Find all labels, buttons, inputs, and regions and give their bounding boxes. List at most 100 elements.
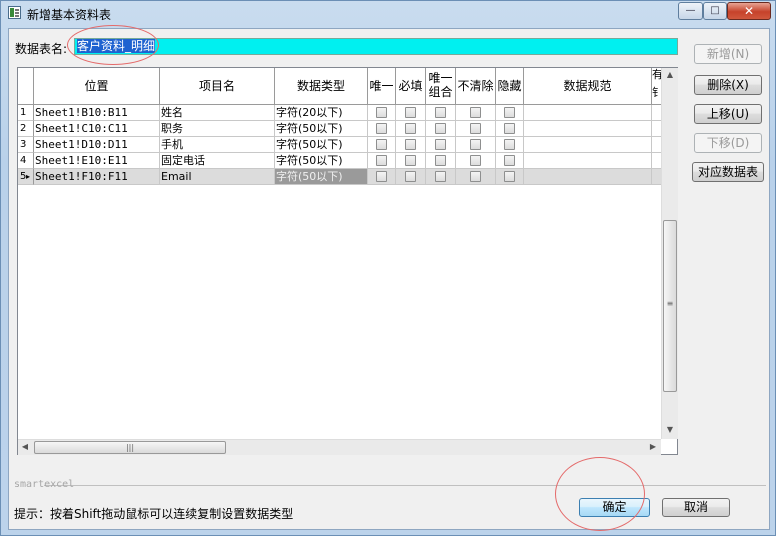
vscroll-grip: ≡ — [666, 299, 674, 308]
cell-type[interactable]: 字符(50以下) — [275, 121, 368, 137]
window-title: 新增基本资料表 — [27, 8, 112, 22]
hidden-checkbox[interactable] — [504, 107, 515, 118]
combo-checkbox[interactable] — [435, 155, 446, 166]
vertical-scroll-thumb[interactable]: ≡ — [663, 220, 677, 392]
cell-type[interactable]: 字符(20以下) — [275, 105, 368, 121]
noclear-checkbox[interactable] — [470, 107, 481, 118]
cell-position[interactable]: Sheet1!F10:F11 — [34, 169, 160, 185]
col-header-hidden[interactable]: 隐藏 — [496, 68, 524, 105]
hidden-checkbox[interactable] — [504, 123, 515, 134]
row-number[interactable]: 4 — [18, 153, 34, 169]
unique-checkbox[interactable] — [376, 123, 387, 134]
col-header-noclear[interactable]: 不清除 — [456, 68, 496, 105]
scroll-left-arrow[interactable]: ◀ — [18, 440, 32, 454]
cell-type[interactable]: 字符(50以下) — [275, 137, 368, 153]
vertical-scrollbar[interactable]: ▲ ≡ ▼ — [661, 68, 678, 439]
col-header-unique-combo[interactable]: 唯一组合 — [426, 68, 456, 105]
row-number[interactable]: 1 — [18, 105, 34, 121]
cell-position[interactable]: Sheet1!B10:B11 — [34, 105, 160, 121]
hint-text: 提示：按着Shift拖动鼠标可以连续复制设置数据类型 — [14, 507, 294, 521]
cell-position[interactable]: Sheet1!D10:D11 — [34, 137, 160, 153]
cell-item[interactable]: 职务 — [160, 121, 275, 137]
cell-spec[interactable] — [524, 137, 652, 153]
cell-unique — [368, 153, 396, 169]
move-up-button[interactable]: 上移(U) — [694, 104, 762, 124]
cell-required — [396, 153, 426, 169]
cell-type[interactable]: 字符(50以下) — [275, 153, 368, 169]
dialog-body: 数据表名: 客户资料_明细 位置 项目名 数据类型 唯一 必填 唯一组合 不清除… — [8, 25, 770, 531]
noclear-checkbox[interactable] — [470, 155, 481, 166]
scroll-down-arrow[interactable]: ▼ — [663, 423, 677, 437]
col-header-required[interactable]: 必填 — [396, 68, 426, 105]
combo-checkbox[interactable] — [435, 171, 446, 182]
unique-checkbox[interactable] — [376, 107, 387, 118]
unique-checkbox[interactable] — [376, 155, 387, 166]
title-bar[interactable]: 新增基本资料表 — □ ✕ — [1, 1, 776, 25]
combo-checkbox[interactable] — [435, 123, 446, 134]
col-header-position[interactable]: 位置 — [34, 68, 160, 105]
cancel-button[interactable]: 取消 — [662, 498, 730, 517]
cell-item[interactable]: Email — [160, 169, 275, 185]
col-header-unique[interactable]: 唯一 — [368, 68, 396, 105]
map-table-button[interactable]: 对应数据表 — [692, 162, 764, 182]
ok-button[interactable]: 确定 — [579, 498, 650, 517]
selected-row-marker: ▸ — [26, 172, 31, 181]
cell-item[interactable]: 姓名 — [160, 105, 275, 121]
delete-button[interactable]: 删除(X) — [694, 75, 762, 95]
move-down-button[interactable]: 下移(D) — [694, 133, 762, 153]
hidden-checkbox[interactable] — [504, 155, 515, 166]
col-header-type[interactable]: 数据类型 — [275, 68, 368, 105]
required-checkbox[interactable] — [405, 123, 416, 134]
hidden-checkbox[interactable] — [504, 139, 515, 150]
combo-checkbox[interactable] — [435, 107, 446, 118]
cell-type[interactable]: 字符(50以下) — [275, 169, 368, 185]
cell-noclear — [456, 121, 496, 137]
highlight-circle-ok — [555, 457, 645, 531]
table-name-input[interactable]: 客户资料_明细 — [74, 38, 678, 55]
cell-noclear — [456, 137, 496, 153]
add-button[interactable]: 新增(N) — [694, 44, 762, 64]
cell-noclear — [456, 169, 496, 185]
hidden-checkbox[interactable] — [504, 171, 515, 182]
required-checkbox[interactable] — [405, 139, 416, 150]
close-button[interactable]: ✕ — [727, 2, 771, 20]
unique-checkbox[interactable] — [376, 171, 387, 182]
row-number[interactable]: 2 — [18, 121, 34, 137]
scroll-right-arrow[interactable]: ▶ — [646, 440, 660, 454]
cell-hidden — [496, 153, 524, 169]
cell-hidden — [496, 137, 524, 153]
minimize-button[interactable]: — — [678, 2, 703, 20]
horizontal-scrollbar[interactable]: ◀ ||| ▶ — [18, 439, 661, 455]
cell-noclear — [456, 105, 496, 121]
table-name-value: 客户资料_明细 — [77, 39, 156, 53]
noclear-checkbox[interactable] — [470, 171, 481, 182]
maximize-button[interactable]: □ — [703, 2, 727, 20]
combo-checkbox[interactable] — [435, 139, 446, 150]
cell-spec[interactable] — [524, 105, 652, 121]
cell-combo — [426, 153, 456, 169]
cell-required — [396, 105, 426, 121]
table-name-label: 数据表名: — [15, 42, 68, 56]
cell-position[interactable]: Sheet1!E10:E11 — [34, 153, 160, 169]
required-checkbox[interactable] — [405, 107, 416, 118]
cell-item[interactable]: 固定电话 — [160, 153, 275, 169]
data-grid[interactable]: 位置 项目名 数据类型 唯一 必填 唯一组合 不清除 隐藏 数据规范 有 钅 1… — [17, 67, 678, 455]
cell-spec[interactable] — [524, 169, 652, 185]
cell-combo — [426, 169, 456, 185]
cell-required — [396, 121, 426, 137]
col-header-spec[interactable]: 数据规范 — [524, 68, 652, 105]
unique-checkbox[interactable] — [376, 139, 387, 150]
cell-required — [396, 169, 426, 185]
scroll-up-arrow[interactable]: ▲ — [663, 68, 677, 82]
horizontal-scroll-thumb[interactable]: ||| — [34, 441, 226, 454]
row-number[interactable]: 3 — [18, 137, 34, 153]
noclear-checkbox[interactable] — [470, 139, 481, 150]
noclear-checkbox[interactable] — [470, 123, 481, 134]
cell-item[interactable]: 手机 — [160, 137, 275, 153]
required-checkbox[interactable] — [405, 171, 416, 182]
cell-spec[interactable] — [524, 153, 652, 169]
cell-position[interactable]: Sheet1!C10:C11 — [34, 121, 160, 137]
required-checkbox[interactable] — [405, 155, 416, 166]
cell-spec[interactable] — [524, 121, 652, 137]
col-header-item[interactable]: 项目名 — [160, 68, 275, 105]
